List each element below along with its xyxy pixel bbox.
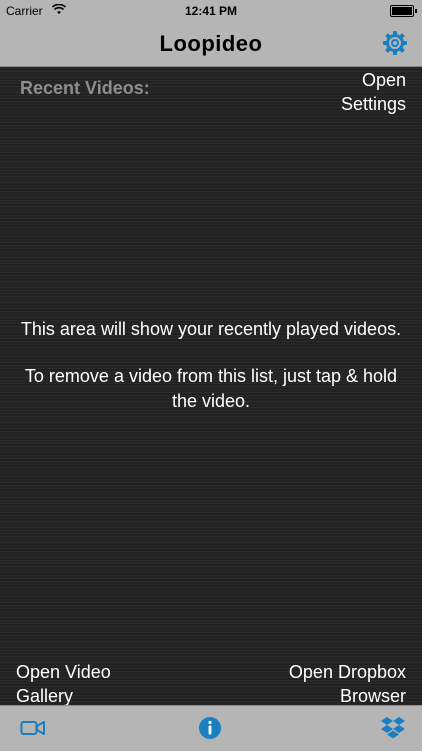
info-icon[interactable] [198,716,224,740]
open-video-gallery-button[interactable]: Open Video Gallery [16,660,111,708]
empty-state-line-1: This area will show your recently played… [20,319,402,339]
recent-videos-label: Recent Videos: [20,78,150,98]
status-bar: Carrier 12:41 PM [0,0,422,22]
open-gallery-line-1: Open Video [16,662,111,682]
video-camera-icon[interactable] [20,716,46,740]
battery-icon [390,5,417,17]
empty-state-line-2: To remove a video from this list, just t… [24,366,398,411]
open-settings-line-1: Open [361,70,406,90]
open-settings-button[interactable]: Open Settings [341,68,406,116]
navigation-bar: Loopideo [0,22,422,67]
empty-state-message: This area will show your recently played… [20,317,402,436]
open-dropbox-line-1: Open Dropbox [288,662,406,682]
dropbox-icon[interactable] [380,716,406,740]
recent-videos-area: Recent Videos: Open Settings This area w… [0,67,422,708]
open-settings-line-2: Settings [340,94,406,114]
app-title: Loopideo [159,31,263,56]
clock: 12:41 PM [184,4,238,18]
open-dropbox-browser-button[interactable]: Open Dropbox Browser [289,660,406,708]
battery-fill [392,7,412,15]
tab-bar [0,705,422,751]
gear-icon[interactable] [382,30,408,56]
